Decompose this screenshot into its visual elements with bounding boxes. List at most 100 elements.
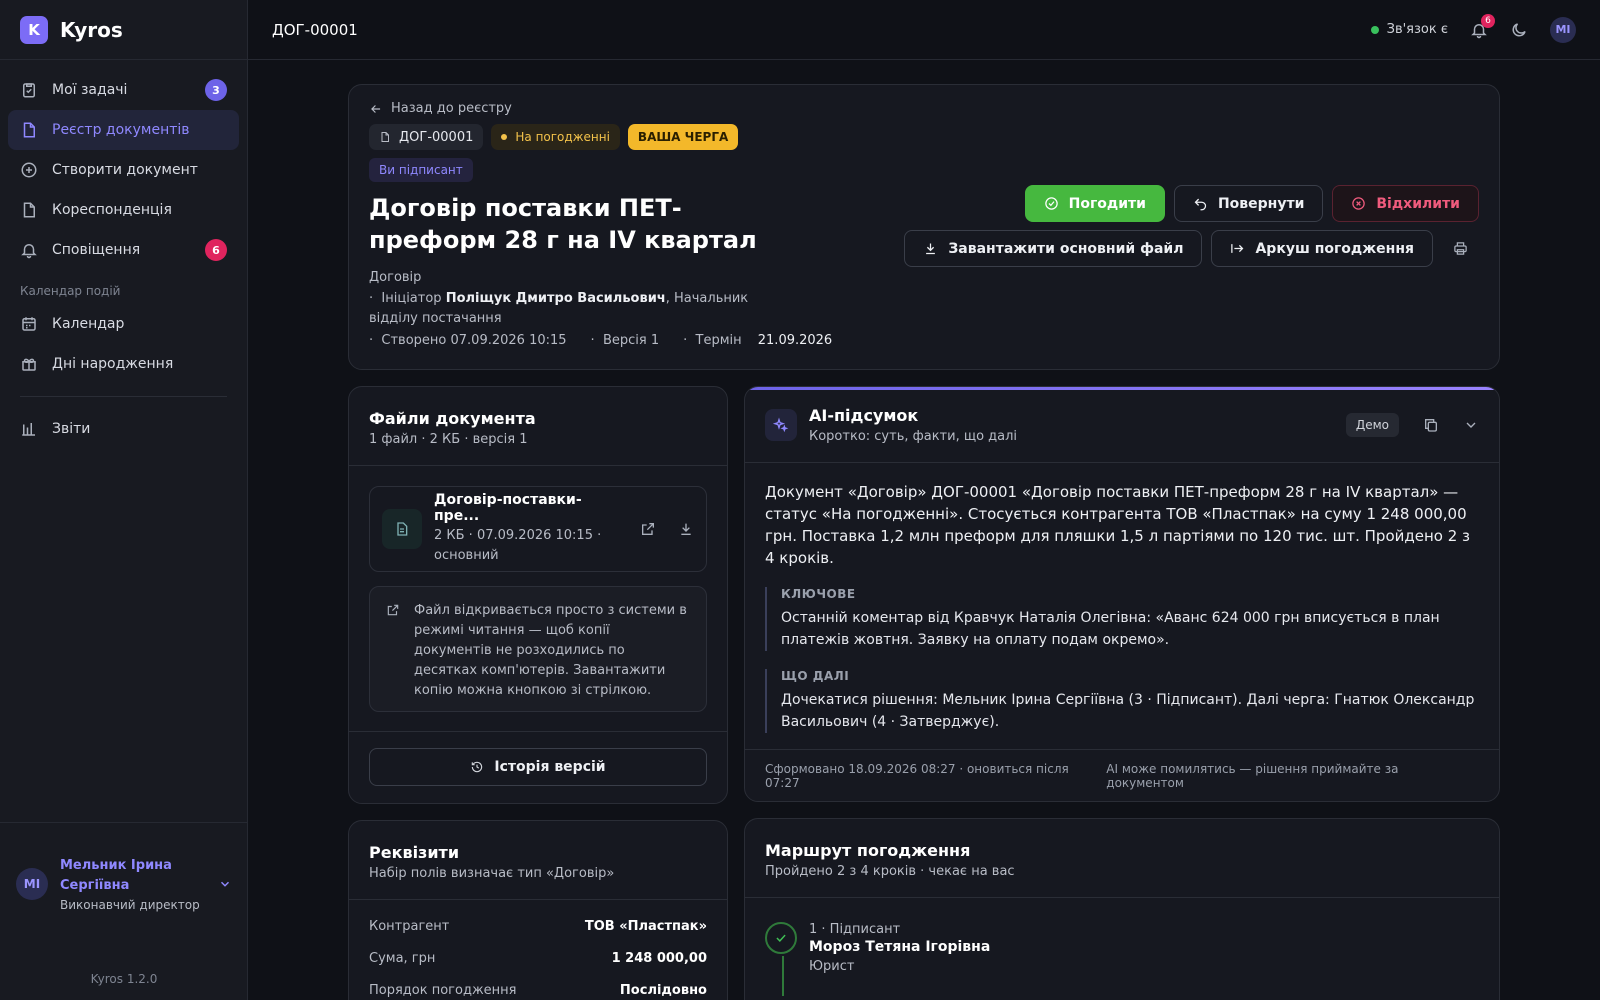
requisites-subtitle: Набір полів визначає тип «Договір»	[369, 866, 615, 881]
document-header-card: Назад до реєстру ДОГ-00001 На погодженні…	[348, 84, 1500, 370]
download-label: Завантажити основний файл	[948, 240, 1184, 257]
initiator-name: Поліщук Дмитро Васильович	[445, 291, 666, 306]
file-item[interactable]: Договір-поставки-пре... 2 КБ · 07.09.202…	[369, 486, 707, 572]
approval-sheet-label: Аркуш погодження	[1255, 240, 1414, 257]
printer-icon	[1454, 242, 1467, 255]
requisite-row: Сума, грн 1 248 000,00	[349, 942, 727, 974]
ai-subtitle: Коротко: суть, факти, що далі	[809, 429, 1018, 444]
sidebar-item-document-registry[interactable]: Реєстр документів	[8, 110, 239, 150]
document-tags: ДОГ-00001 На погодженні ВАША ЧЕРГА	[369, 124, 1479, 150]
gift-icon	[22, 358, 36, 371]
download-icon	[926, 243, 936, 255]
sidebar-item-label: Звіти	[52, 421, 91, 437]
download-main-file-button[interactable]: Завантажити основний файл	[904, 230, 1203, 267]
document-version: Версія 1	[602, 333, 660, 348]
bar-chart-icon	[22, 423, 35, 436]
initiator-prefix: Ініціатор	[381, 291, 442, 306]
theme-toggle[interactable]	[1510, 21, 1528, 39]
sidebar-item-label: Реєстр документів	[52, 122, 190, 138]
history-icon	[472, 761, 483, 773]
your-turn-badge: ВАША ЧЕРГА	[627, 124, 739, 150]
status-label: На погодженні	[515, 130, 610, 144]
topbar: ДОГ-00001 Зв'язок є 6 MI	[248, 0, 1600, 60]
user-role: Виконавчий директор	[60, 897, 200, 912]
document-meta: · Створено 07.09.2026 10:15 · Версія 1 ·…	[369, 333, 833, 348]
sidebar: K Kyros Мої задачі 3 Реєстр документів С…	[0, 0, 248, 1000]
sidebar-item-notifications[interactable]: Сповіщення 6	[8, 230, 239, 270]
connection-label: Зв'язок є	[1386, 22, 1448, 37]
sidebar-item-create-document[interactable]: Створити документ	[8, 150, 239, 190]
notifications-count-badge: 6	[205, 239, 227, 261]
status-badge: На погодженні	[491, 124, 620, 150]
role-badge: Ви підписант	[369, 158, 473, 182]
file-thumbnail	[382, 509, 422, 549]
sidebar-section-label: Календар подій	[20, 284, 121, 298]
print-button[interactable]	[1442, 230, 1479, 267]
chevron-down-icon[interactable]	[1463, 417, 1479, 433]
file-info-text: Файл відкривається просто з системи в ре…	[414, 603, 687, 698]
copy-icon[interactable]	[1423, 417, 1439, 433]
created-date: Створено 07.09.2026 10:15	[381, 333, 567, 348]
open-external-icon[interactable]	[640, 521, 656, 537]
file-info-note: Файл відкривається просто з системи в ре…	[369, 586, 707, 712]
sidebar-item-label: Створити документ	[52, 162, 198, 178]
brand[interactable]: K Kyros	[0, 0, 247, 60]
file-meta: 2 КБ · 07.09.2026 10:15 · основний	[434, 528, 602, 563]
file-name[interactable]: Договір-поставки-пре...	[434, 492, 618, 524]
sidebar-item-correspondence[interactable]: Кореспонденція	[8, 190, 239, 230]
route-subtitle: Пройдено 2 з 4 кроків · чекає на вас	[765, 864, 1015, 879]
reject-button[interactable]: Відхилити	[1332, 185, 1479, 222]
document-id: ДОГ-00001	[399, 129, 474, 145]
calendar-icon	[22, 317, 36, 331]
sidebar-divider	[20, 396, 227, 397]
notifications-button[interactable]: 6	[1470, 13, 1495, 39]
current-user-panel[interactable]: MI Мельник Ірина Сергіївна Виконавчий ди…	[0, 822, 248, 944]
document-text-icon	[397, 522, 408, 536]
open-external-icon	[387, 604, 399, 616]
chevron-down-icon[interactable]	[218, 877, 232, 891]
sparkles-icon	[773, 417, 789, 433]
ai-logo	[765, 409, 797, 441]
ai-title: AI-підсумок	[809, 406, 919, 425]
requisite-row: Порядок погодження Послідовно	[349, 974, 727, 1000]
requisite-key: Сума, грн	[369, 950, 436, 966]
route-title: Маршрут погодження	[765, 841, 971, 860]
sidebar-item-calendar[interactable]: Календар	[8, 304, 239, 344]
app-logo: K	[20, 15, 48, 44]
version-history-button[interactable]: Історія версій	[369, 748, 707, 786]
document-id-tag: ДОГ-00001	[369, 124, 484, 150]
sidebar-item-my-tasks[interactable]: Мої задачі 3	[8, 70, 239, 110]
files-subtitle: 1 файл · 2 КБ · версія 1	[369, 432, 528, 447]
download-icon[interactable]	[678, 521, 694, 537]
approve-button[interactable]: Погодити	[1024, 185, 1165, 222]
ai-next-block: ЩО ДАЛІ Дочекатися рішення: Мельник Ірин…	[765, 669, 1479, 733]
ai-key-label: КЛЮЧОВЕ	[781, 587, 856, 601]
requisite-value: ТОВ «Пластпак»	[584, 918, 707, 934]
requisites-list: Контрагент ТОВ «Пластпак» Сума, грн 1 24…	[349, 900, 727, 1000]
ai-next-label: ЩО ДАЛІ	[781, 669, 850, 683]
back-to-registry-link[interactable]: Назад до реєстру	[369, 101, 1479, 116]
sidebar-nav: Мої задачі 3 Реєстр документів Створити …	[0, 60, 247, 449]
requisite-value: 1 248 000,00	[611, 950, 707, 966]
step-connector	[782, 956, 784, 996]
approval-sheet-button[interactable]: Аркуш погодження	[1211, 230, 1433, 267]
clipboard-check-icon	[23, 83, 35, 98]
ai-disclaimer: AI може помилятись — рішення приймайте з…	[1106, 761, 1399, 790]
document-actions: Погодити Повернути Відхилити Завантажити…	[895, 185, 1479, 275]
return-button[interactable]: Повернути	[1173, 185, 1324, 222]
step-role: Юрист	[809, 959, 855, 974]
plus-circle-icon	[21, 162, 37, 178]
app-name: Kyros	[60, 17, 123, 42]
x-circle-icon	[1352, 197, 1366, 210]
initiator-line: · Ініціатор Поліщук Дмитро Васильович, Н…	[369, 291, 749, 326]
ai-summary-text: Документ «Договір» ДОГ-00001 «Договір по…	[765, 483, 1471, 567]
page-title: ДОГ-00001	[272, 20, 358, 39]
step-done-indicator	[765, 922, 797, 996]
app-version: Kyros 1.2.0	[90, 972, 158, 986]
user-name: Мельник Ірина Сергіївна	[60, 857, 172, 893]
user-avatar[interactable]: MI	[1550, 16, 1576, 43]
check-circle-icon	[1044, 197, 1058, 210]
sidebar-item-birthdays[interactable]: Дні народження	[8, 344, 239, 384]
sidebar-item-reports[interactable]: Звіти	[8, 409, 239, 449]
requisite-key: Контрагент	[369, 918, 450, 934]
